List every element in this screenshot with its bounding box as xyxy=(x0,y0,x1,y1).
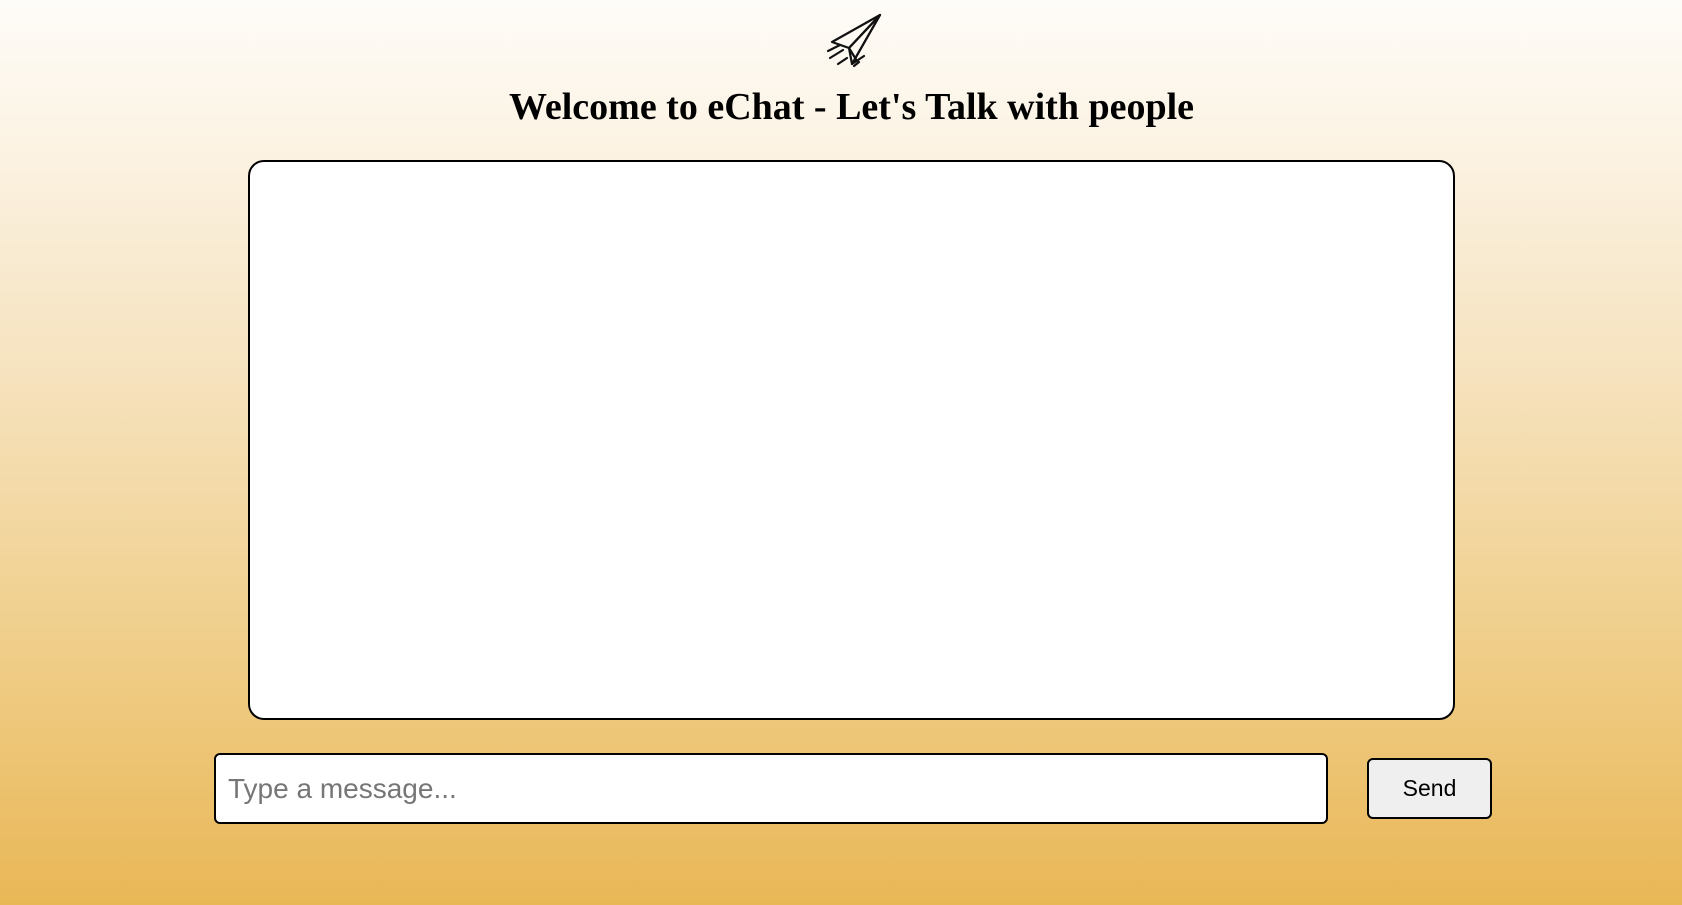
message-input[interactable] xyxy=(214,753,1328,824)
page: Welcome to eChat - Let's Talk with peopl… xyxy=(0,0,1682,905)
chat-messages-area[interactable] xyxy=(248,160,1455,720)
page-title: Welcome to eChat - Let's Talk with peopl… xyxy=(508,86,1195,128)
send-button[interactable]: Send xyxy=(1367,758,1492,819)
paper-plane-icon xyxy=(823,12,883,68)
